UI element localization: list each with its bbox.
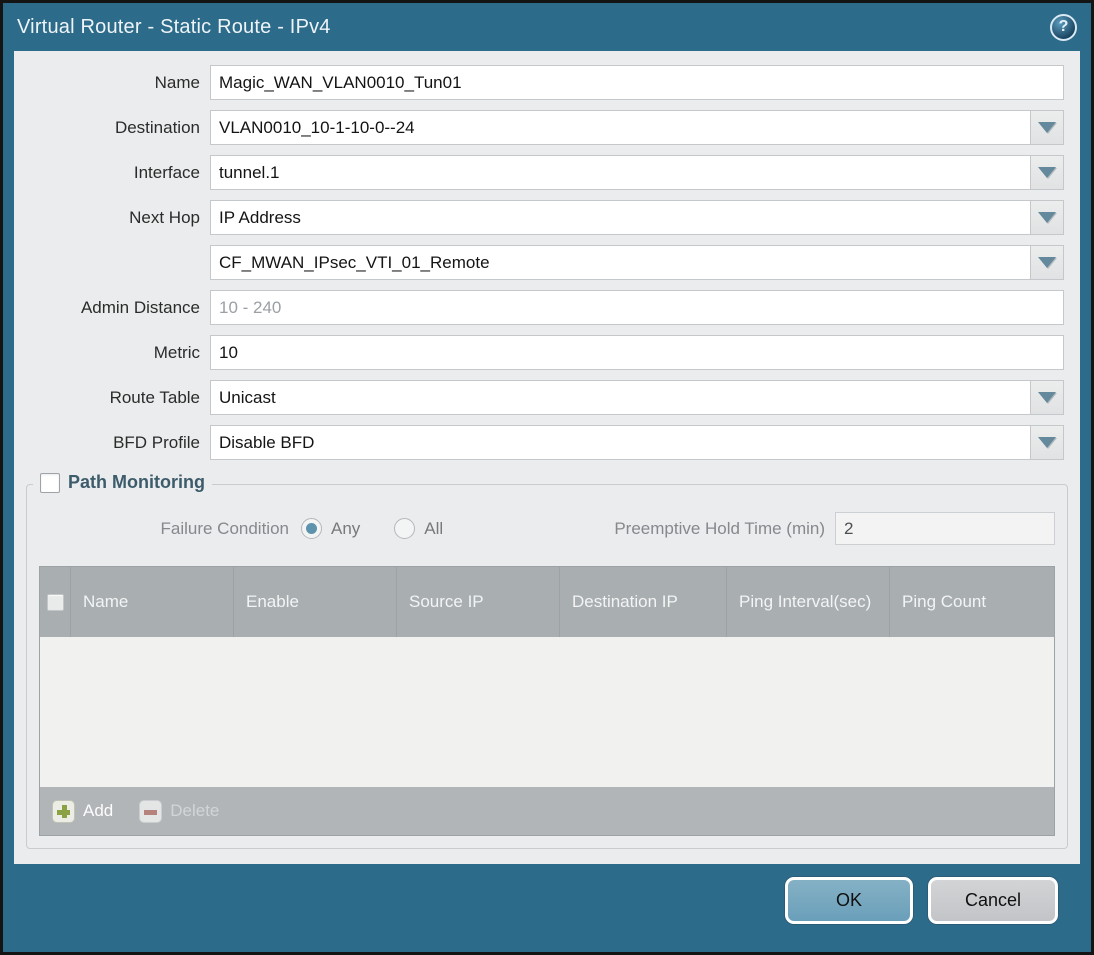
name-row: Name xyxy=(14,65,1064,100)
metric-label: Metric xyxy=(153,342,200,362)
interface-row: Interface xyxy=(14,155,1064,190)
interface-label: Interface xyxy=(133,162,200,182)
checkbox-icon xyxy=(46,593,64,611)
cancel-button[interactable]: Cancel xyxy=(928,877,1058,924)
chevron-down-icon xyxy=(1038,257,1056,268)
chevron-down-icon xyxy=(1038,212,1056,223)
failure-condition-row: Failure Condition Any All Preemptive Hol… xyxy=(39,511,1055,546)
table-toolbar: Add Delete xyxy=(40,787,1054,835)
admin-distance-input[interactable] xyxy=(210,290,1064,325)
table-header-row: Name Enable Source IP Destination IP Pin… xyxy=(40,567,1054,637)
failure-condition-label: Failure Condition xyxy=(160,518,289,538)
column-header-name[interactable]: Name xyxy=(70,567,233,637)
metric-row: Metric xyxy=(14,335,1064,370)
path-monitoring-header: Path Monitoring xyxy=(33,472,212,493)
bfd-profile-row: BFD Profile xyxy=(14,425,1064,460)
metric-input[interactable] xyxy=(210,335,1064,370)
preemptive-hold-time-group: Preemptive Hold Time (min) xyxy=(614,512,1055,545)
table-body-empty xyxy=(40,637,1054,787)
delete-button-label: Delete xyxy=(170,801,220,820)
destination-input[interactable] xyxy=(210,110,1031,145)
dialog-title: Virtual Router - Static Route - IPv4 xyxy=(17,15,331,38)
destination-label: Destination xyxy=(114,117,200,137)
path-monitoring-checkbox[interactable] xyxy=(40,472,60,493)
minus-icon xyxy=(139,799,163,823)
next-hop-address-row xyxy=(14,245,1064,280)
column-header-enable[interactable]: Enable xyxy=(233,567,396,637)
bfd-profile-input[interactable] xyxy=(210,425,1031,460)
route-table-input[interactable] xyxy=(210,380,1031,415)
name-label: Name xyxy=(154,72,200,92)
next-hop-row: Next Hop xyxy=(14,200,1064,235)
failure-condition-all-radio[interactable] xyxy=(394,518,416,539)
next-hop-dropdown-button[interactable] xyxy=(1030,200,1064,235)
select-all-checkbox[interactable] xyxy=(40,567,70,637)
preemptive-hold-time-label: Preemptive Hold Time (min) xyxy=(614,518,825,538)
destination-row: Destination xyxy=(14,110,1064,145)
bfd-profile-label: BFD Profile xyxy=(113,432,200,452)
help-icon[interactable]: ? xyxy=(1050,13,1077,41)
route-table-label: Route Table xyxy=(109,387,200,407)
ok-button[interactable]: OK xyxy=(785,877,913,924)
next-hop-address-input[interactable] xyxy=(210,245,1031,280)
admin-distance-label: Admin Distance xyxy=(80,297,200,317)
interface-dropdown-button[interactable] xyxy=(1030,155,1064,190)
chevron-down-icon xyxy=(1038,437,1056,448)
column-header-destination-ip[interactable]: Destination IP xyxy=(559,567,726,637)
static-route-dialog: Virtual Router - Static Route - IPv4 ? N… xyxy=(0,0,1094,955)
dialog-body: Name Destination Interface Next Hop xyxy=(14,51,1080,864)
dialog-titlebar: Virtual Router - Static Route - IPv4 ? xyxy=(3,3,1091,51)
failure-condition-any-label: Any xyxy=(331,518,361,538)
dialog-footer: OK Cancel xyxy=(3,864,1091,952)
column-header-ping-count[interactable]: Ping Count xyxy=(889,567,1054,637)
failure-condition-all-label: All xyxy=(424,518,444,538)
chevron-down-icon xyxy=(1038,122,1056,133)
failure-condition-any-radio[interactable] xyxy=(301,518,322,539)
chevron-down-icon xyxy=(1038,167,1056,178)
next-hop-address-dropdown-button[interactable] xyxy=(1030,245,1064,280)
path-monitoring-table: Name Enable Source IP Destination IP Pin… xyxy=(39,566,1055,836)
preemptive-hold-time-input[interactable] xyxy=(835,512,1055,545)
delete-button[interactable]: Delete xyxy=(139,799,220,823)
interface-input[interactable] xyxy=(210,155,1031,190)
destination-dropdown-button[interactable] xyxy=(1030,110,1064,145)
bfd-profile-dropdown-button[interactable] xyxy=(1030,425,1064,460)
route-table-row: Route Table xyxy=(14,380,1064,415)
column-header-source-ip[interactable]: Source IP xyxy=(396,567,559,637)
admin-distance-row: Admin Distance xyxy=(14,290,1064,325)
chevron-down-icon xyxy=(1038,392,1056,403)
route-table-dropdown-button[interactable] xyxy=(1030,380,1064,415)
plus-icon xyxy=(52,799,75,823)
next-hop-label: Next Hop xyxy=(129,207,200,227)
column-header-ping-interval[interactable]: Ping Interval(sec) xyxy=(726,567,889,637)
add-button-label: Add xyxy=(83,801,114,820)
path-monitoring-group: Path Monitoring Failure Condition Any Al… xyxy=(26,472,1068,849)
name-input[interactable] xyxy=(210,65,1064,100)
path-monitoring-title: Path Monitoring xyxy=(68,472,205,492)
next-hop-type-input[interactable] xyxy=(210,200,1031,235)
add-button[interactable]: Add xyxy=(52,799,114,823)
